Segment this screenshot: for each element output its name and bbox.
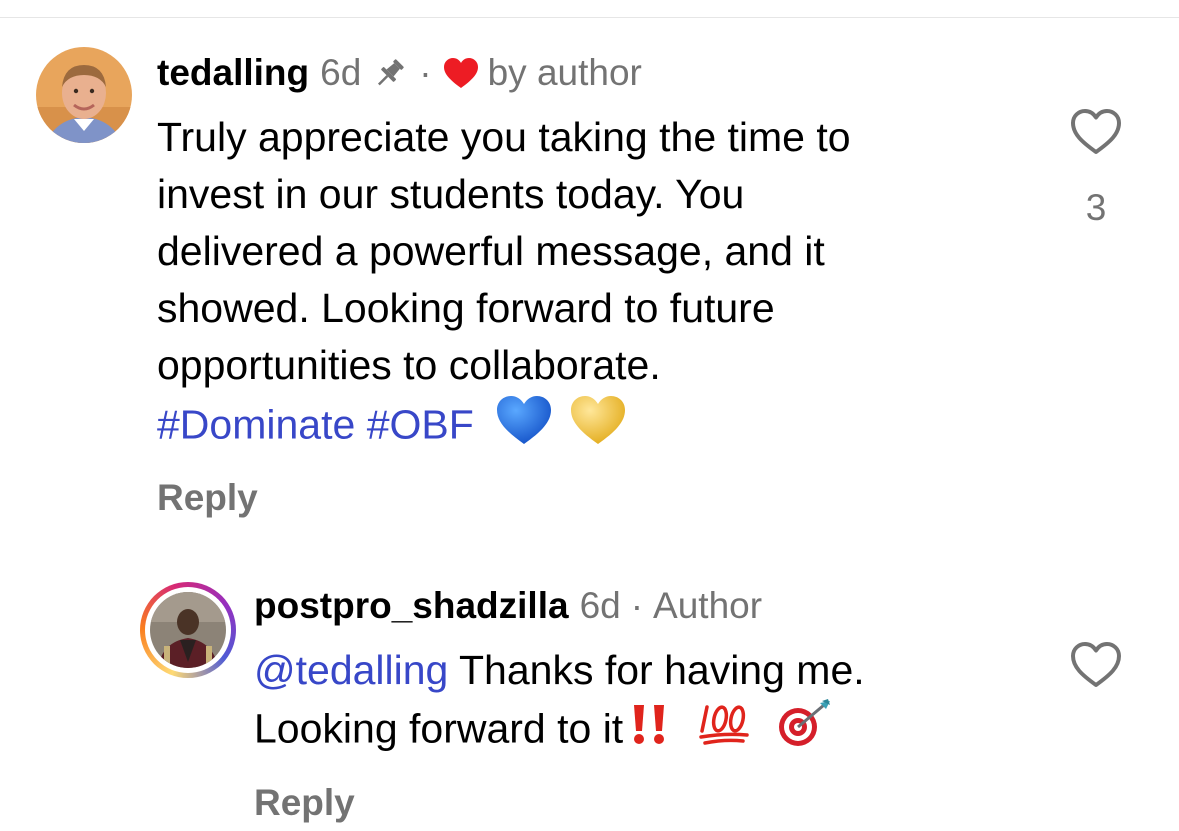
comment-line: opportunities to collaborate. (157, 342, 661, 388)
like-count: 3 (1085, 187, 1107, 228)
reply-line: @tedalling Thanks for having me. (254, 642, 865, 699)
blue-heart-icon (495, 394, 553, 461)
like-heart-icon[interactable] (1069, 640, 1123, 690)
avatar-ring-gap (145, 587, 231, 673)
separator-dot: · (630, 585, 644, 626)
direct-hit-icon (776, 699, 832, 764)
avatar-image (36, 47, 132, 143)
username[interactable]: tedalling (157, 51, 309, 95)
reply-line: Looking forward to it (254, 699, 865, 764)
comment-line: Truly appreciate you taking the time to (157, 114, 851, 160)
avatar-image (150, 592, 226, 668)
comment-header: tedalling 6d · by author (157, 51, 642, 95)
hundred-points-icon (697, 701, 753, 762)
hashtag-link[interactable]: #Dominate (157, 401, 355, 447)
hashtag-link[interactable]: #OBF (367, 401, 474, 447)
like-heart-icon[interactable] (1069, 107, 1123, 157)
mention-link[interactable]: @tedalling (254, 647, 448, 693)
heart-filled-icon (442, 56, 480, 90)
comment-line: invest in our students today. You (157, 171, 745, 217)
reply-text: Looking forward to it (254, 705, 624, 752)
separator-dot: · (419, 52, 432, 93)
yellow-heart-icon (569, 394, 627, 461)
reply-text: Thanks for having me. (459, 647, 865, 693)
reply-button[interactable]: Reply (157, 476, 258, 520)
liked-by-author-label: by author (487, 52, 642, 93)
hashtag-line: #Dominate #OBF (157, 394, 851, 461)
comment-line: delivered a powerful message, and it (157, 228, 825, 274)
top-divider (0, 17, 1179, 18)
reply-body: @tedalling Thanks for having me. Looking… (254, 642, 865, 764)
reply-button[interactable]: Reply (254, 781, 355, 825)
comment-line: showed. Looking forward to future (157, 285, 775, 331)
reply-header: postpro_shadzilla 6d · Author (254, 584, 762, 628)
author-badge: Author (653, 585, 763, 626)
timestamp: 6d (320, 52, 362, 93)
avatar-postpro-shadzilla[interactable] (140, 582, 236, 678)
avatar-tedalling[interactable] (36, 47, 132, 143)
pin-icon (371, 57, 409, 89)
double-exclamation-icon (627, 701, 671, 762)
timestamp: 6d (579, 585, 621, 626)
comment-body: Truly appreciate you taking the time to … (157, 109, 851, 461)
username[interactable]: postpro_shadzilla (254, 584, 569, 628)
